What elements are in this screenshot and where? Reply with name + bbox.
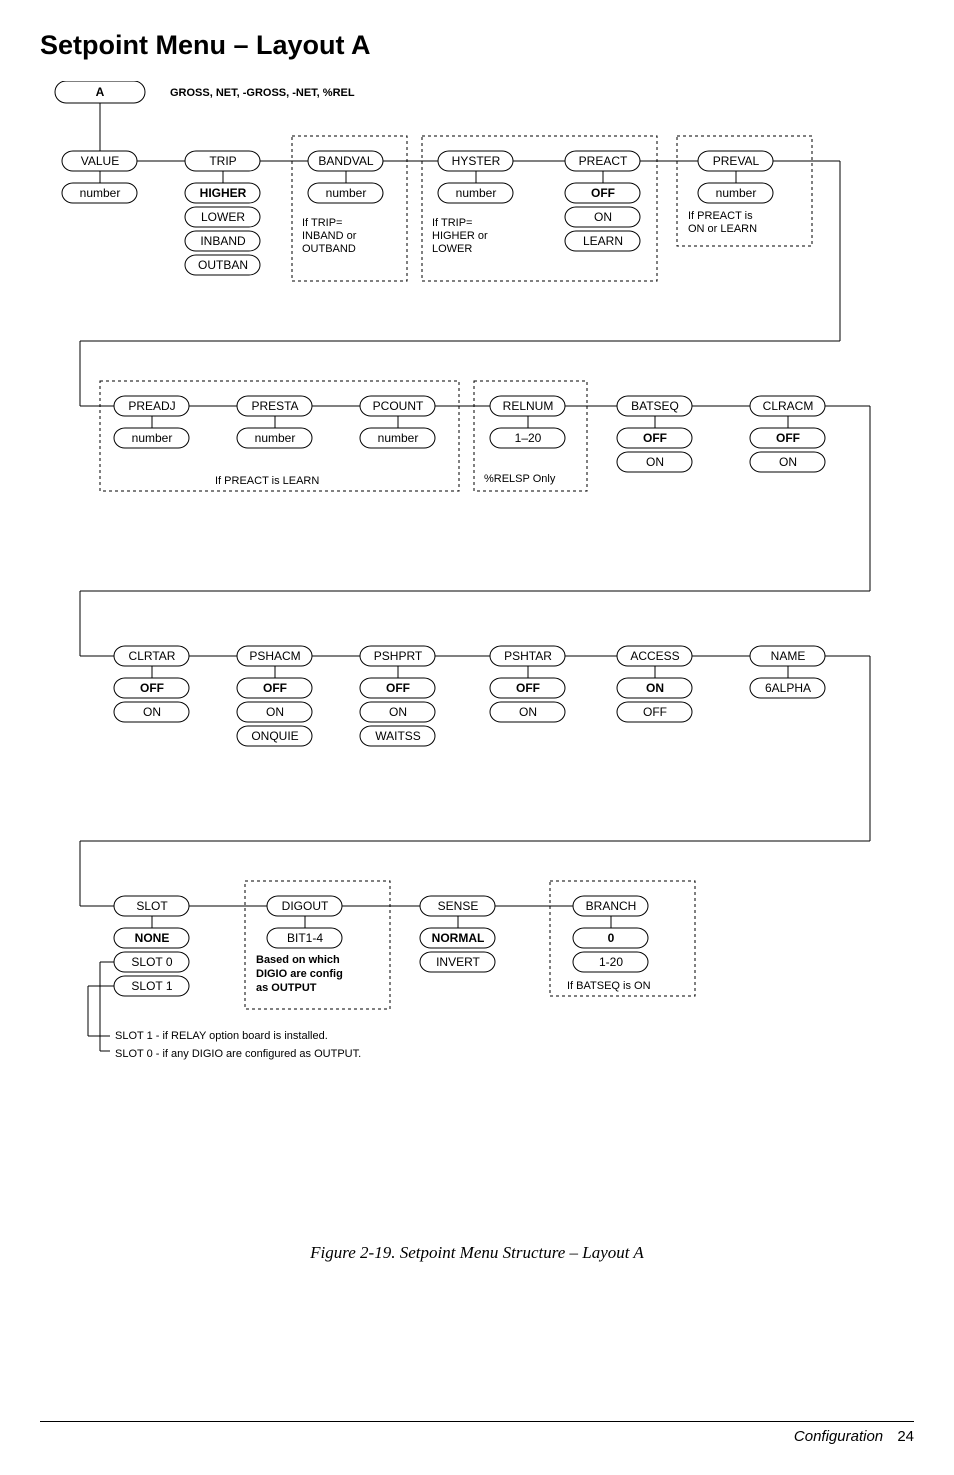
svg-text:A: A — [96, 85, 105, 99]
svg-text:Based on which: Based on which — [256, 954, 340, 966]
svg-text:ON: ON — [779, 455, 797, 469]
svg-text:OFF: OFF — [643, 705, 667, 719]
svg-text:INVERT: INVERT — [436, 955, 480, 969]
svg-text:number: number — [456, 186, 497, 200]
svg-text:OFF: OFF — [263, 681, 287, 695]
footer-section: Configuration — [794, 1428, 883, 1445]
svg-text:ON: ON — [266, 705, 284, 719]
svg-text:If BATSEQ is ON: If BATSEQ is ON — [567, 980, 651, 992]
row3: CLRTAR OFF ON PSHACM OFF ON ONQUIE — [80, 646, 870, 906]
svg-text:OFF: OFF — [643, 431, 667, 445]
svg-text:PSHTAR: PSHTAR — [504, 649, 552, 663]
svg-text:If PREACT is LEARN: If PREACT is LEARN — [215, 475, 319, 487]
svg-text:PSHACM: PSHACM — [249, 649, 300, 663]
svg-text:LOWER: LOWER — [432, 243, 472, 255]
svg-text:SLOT 0: SLOT 0 — [131, 955, 172, 969]
page-footer: Configuration 24 — [40, 1421, 914, 1445]
svg-text:LOWER: LOWER — [201, 210, 245, 224]
col-preact: PREACT OFF ON LEARN — [565, 151, 640, 251]
col-bandval: BANDVAL number If TRIP= INBAND or OUTBAN… — [292, 136, 407, 281]
svg-text:BIT1-4: BIT1-4 — [287, 931, 323, 945]
footnote-2: SLOT 0 - if any DIGIO are configured as … — [115, 1048, 361, 1060]
svg-text:BANDVAL: BANDVAL — [318, 154, 373, 168]
svg-text:OUTBAND: OUTBAND — [302, 243, 356, 255]
svg-text:NONE: NONE — [135, 931, 170, 945]
svg-text:NORMAL: NORMAL — [432, 931, 485, 945]
row4: SLOT NONE SLOT 0 SLOT 1 DIGOUT — [88, 881, 695, 1051]
figure-caption: Figure 2-19. Setpoint Menu Structure – L… — [40, 1243, 914, 1263]
svg-text:If PREACT is: If PREACT is — [688, 210, 753, 222]
svg-text:1-20: 1-20 — [599, 955, 623, 969]
svg-text:RELNUM: RELNUM — [503, 399, 554, 413]
svg-text:number: number — [255, 431, 296, 445]
svg-text:number: number — [326, 186, 367, 200]
svg-text:ON or LEARN: ON or LEARN — [688, 223, 757, 235]
row1: VALUE number TRIP HIGHER LOWER INBAND OU… — [62, 136, 840, 406]
svg-text:OUTBAN: OUTBAN — [198, 258, 248, 272]
svg-text:LEARN: LEARN — [583, 234, 623, 248]
svg-text:OFF: OFF — [776, 431, 800, 445]
svg-text:ON: ON — [646, 681, 664, 695]
svg-text:CLRTAR: CLRTAR — [129, 649, 176, 663]
svg-text:BATSEQ: BATSEQ — [631, 399, 679, 413]
svg-text:PREADJ: PREADJ — [128, 399, 175, 413]
svg-text:HYSTER: HYSTER — [452, 154, 501, 168]
svg-text:DIGIO are config: DIGIO are config — [256, 968, 343, 980]
svg-text:ON: ON — [143, 705, 161, 719]
page-title: Setpoint Menu – Layout A — [40, 30, 914, 61]
svg-text:DIGOUT: DIGOUT — [282, 899, 329, 913]
svg-text:1–20: 1–20 — [515, 431, 542, 445]
svg-text:OFF: OFF — [386, 681, 410, 695]
svg-text:OFF: OFF — [516, 681, 540, 695]
header-node: A GROSS, NET, -GROSS, -NET, %REL — [55, 81, 355, 151]
row2: If PREACT is LEARN PREADJ number PRESTA … — [80, 381, 870, 656]
svg-text:NAME: NAME — [771, 649, 806, 663]
svg-text:SLOT 1: SLOT 1 — [131, 979, 172, 993]
footer-page: 24 — [897, 1428, 914, 1445]
svg-text:%RELSP Only: %RELSP Only — [484, 473, 556, 485]
svg-text:CLRACM: CLRACM — [763, 399, 814, 413]
svg-text:ON: ON — [594, 210, 612, 224]
svg-text:ONQUIE: ONQUIE — [251, 729, 298, 743]
svg-text:ON: ON — [389, 705, 407, 719]
svg-text:VALUE: VALUE — [81, 154, 119, 168]
svg-text:TRIP: TRIP — [209, 154, 236, 168]
svg-text:OFF: OFF — [140, 681, 164, 695]
diagram: A GROSS, NET, -GROSS, -NET, %REL VALUE — [40, 81, 914, 1231]
svg-text:BRANCH: BRANCH — [586, 899, 637, 913]
svg-text:number: number — [716, 186, 757, 200]
svg-text:PCOUNT: PCOUNT — [373, 399, 424, 413]
svg-text:SLOT: SLOT — [136, 899, 168, 913]
svg-text:PREVAL: PREVAL — [713, 154, 760, 168]
svg-text:INBAND: INBAND — [200, 234, 246, 248]
col-preval: PREVAL number If PREACT is ON or LEARN — [677, 136, 812, 246]
svg-text:HIGHER or: HIGHER or — [432, 230, 488, 242]
col-value: VALUE number — [62, 151, 137, 203]
svg-text:0: 0 — [608, 931, 615, 945]
svg-text:PSHPRT: PSHPRT — [374, 649, 423, 663]
svg-text:GROSS, NET, -GROSS, -NET, %REL: GROSS, NET, -GROSS, -NET, %REL — [170, 87, 355, 99]
svg-text:HIGHER: HIGHER — [200, 186, 247, 200]
svg-text:ACCESS: ACCESS — [630, 649, 679, 663]
svg-text:number: number — [132, 431, 173, 445]
svg-text:ON: ON — [646, 455, 664, 469]
svg-text:If TRIP=: If TRIP= — [432, 217, 472, 229]
footnote-1: SLOT 1 - if RELAY option board is instal… — [115, 1030, 328, 1042]
svg-text:INBAND or: INBAND or — [302, 230, 357, 242]
svg-text:If TRIP=: If TRIP= — [302, 217, 342, 229]
svg-text:6ALPHA: 6ALPHA — [765, 681, 811, 695]
svg-text:ON: ON — [519, 705, 537, 719]
svg-text:PRESTA: PRESTA — [251, 399, 298, 413]
svg-text:OFF: OFF — [591, 186, 615, 200]
svg-text:PREACT: PREACT — [579, 154, 628, 168]
svg-text:WAITSS: WAITSS — [375, 729, 421, 743]
svg-text:SENSE: SENSE — [438, 899, 479, 913]
col-trip: TRIP HIGHER LOWER INBAND OUTBAN — [185, 151, 260, 275]
svg-text:number: number — [378, 431, 419, 445]
svg-text:as OUTPUT: as OUTPUT — [256, 982, 317, 994]
svg-text:number: number — [80, 186, 121, 200]
